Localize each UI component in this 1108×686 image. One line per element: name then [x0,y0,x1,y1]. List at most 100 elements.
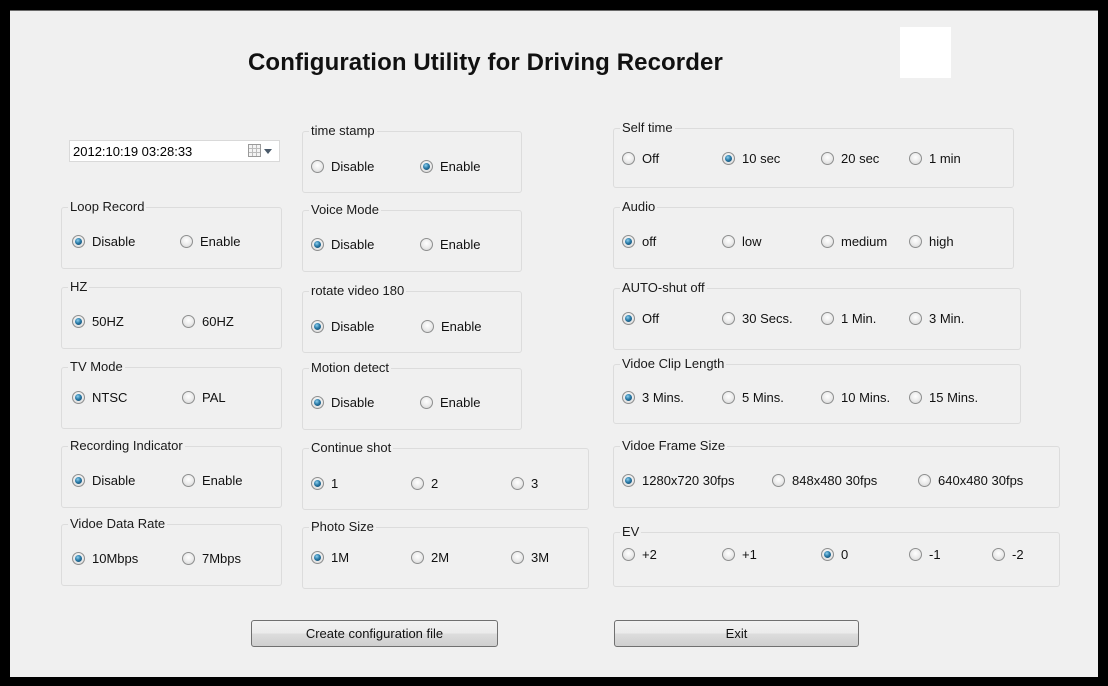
continue-shot-option[interactable]: 1 [311,476,338,491]
motion-detect-option[interactable]: Enable [420,395,480,410]
video-clip-length-option[interactable]: 5 Mins. [722,390,784,405]
radio-button[interactable] [821,235,834,248]
video-clip-length-option[interactable]: 3 Mins. [622,390,684,405]
auto-shut-off-option[interactable]: 1 Min. [821,311,876,326]
radio-button[interactable] [511,477,524,490]
photo-size-option[interactable]: 2M [411,550,449,565]
radio-button[interactable] [72,235,85,248]
radio-button[interactable] [421,320,434,333]
ev-option[interactable]: 0 [821,547,848,562]
time-stamp-option[interactable]: Enable [420,159,480,174]
radio-button[interactable] [182,391,195,404]
audio-option[interactable]: medium [821,234,887,249]
ev-option[interactable]: -1 [909,547,941,562]
rotate-video-option[interactable]: Disable [311,319,374,334]
radio-button[interactable] [311,160,324,173]
radio-button[interactable] [411,477,424,490]
self-time-option[interactable]: 10 sec [722,151,780,166]
photo-size-option[interactable]: 1M [311,550,349,565]
radio-button[interactable] [622,474,635,487]
audio-option[interactable]: high [909,234,954,249]
loop-record-option[interactable]: Enable [180,234,240,249]
video-clip-length-option[interactable]: 10 Mins. [821,390,890,405]
radio-button[interactable] [311,238,324,251]
datetime-value[interactable]: 2012:10:19 03:28:33 [73,144,192,159]
continue-shot-option[interactable]: 3 [511,476,538,491]
radio-button[interactable] [182,315,195,328]
datetime-picker[interactable]: 2012:10:19 03:28:33 [69,140,280,162]
calendar-icon[interactable] [248,144,261,157]
audio-option[interactable]: off [622,234,656,249]
tv-mode-option[interactable]: PAL [182,390,226,405]
ev-option[interactable]: +1 [722,547,757,562]
video-data-rate-option[interactable]: 7Mbps [182,551,241,566]
voice-mode-option[interactable]: Disable [311,237,374,252]
video-frame-size-option[interactable]: 1280x720 30fps [622,473,735,488]
radio-button[interactable] [622,391,635,404]
radio-button[interactable] [918,474,931,487]
recording-indicator-option[interactable]: Disable [72,473,135,488]
radio-button[interactable] [821,391,834,404]
create-configuration-button[interactable]: Create configuration file [251,620,498,647]
video-data-rate-option[interactable]: 10Mbps [72,551,138,566]
radio-button[interactable] [420,160,433,173]
rotate-video-option[interactable]: Enable [421,319,481,334]
radio-button[interactable] [909,152,922,165]
radio-button[interactable] [992,548,1005,561]
ev-option[interactable]: +2 [622,547,657,562]
recording-indicator-option[interactable]: Enable [182,473,242,488]
radio-button[interactable] [722,391,735,404]
radio-button[interactable] [722,235,735,248]
chevron-down-icon[interactable] [264,149,272,154]
video-frame-size-option[interactable]: 640x480 30fps [918,473,1023,488]
radio-button[interactable] [909,391,922,404]
radio-button[interactable] [180,235,193,248]
radio-button[interactable] [182,552,195,565]
hz-option[interactable]: 60HZ [182,314,234,329]
radio-button[interactable] [511,551,524,564]
radio-button[interactable] [182,474,195,487]
exit-button[interactable]: Exit [614,620,859,647]
ev-option[interactable]: -2 [992,547,1024,562]
audio-option[interactable]: low [722,234,762,249]
radio-button[interactable] [311,551,324,564]
radio-button[interactable] [420,396,433,409]
voice-mode-option[interactable]: Enable [420,237,480,252]
motion-detect-option[interactable]: Disable [311,395,374,410]
loop-record-option[interactable]: Disable [72,234,135,249]
radio-button[interactable] [411,551,424,564]
radio-button[interactable] [821,312,834,325]
radio-button[interactable] [772,474,785,487]
continue-shot-option[interactable]: 2 [411,476,438,491]
tv-mode-option[interactable]: NTSC [72,390,127,405]
radio-button[interactable] [622,235,635,248]
self-time-option[interactable]: Off [622,151,659,166]
self-time-option[interactable]: 1 min [909,151,961,166]
radio-button[interactable] [72,315,85,328]
radio-button[interactable] [311,320,324,333]
radio-button[interactable] [622,548,635,561]
auto-shut-off-option[interactable]: 3 Min. [909,311,964,326]
radio-button[interactable] [722,152,735,165]
auto-shut-off-option[interactable]: 30 Secs. [722,311,793,326]
radio-button[interactable] [821,152,834,165]
video-clip-length-option[interactable]: 15 Mins. [909,390,978,405]
radio-button[interactable] [420,238,433,251]
radio-button[interactable] [909,312,922,325]
radio-button[interactable] [909,235,922,248]
hz-option[interactable]: 50HZ [72,314,124,329]
time-stamp-option[interactable]: Disable [311,159,374,174]
radio-button[interactable] [72,552,85,565]
radio-button[interactable] [722,312,735,325]
radio-button[interactable] [821,548,834,561]
radio-button[interactable] [909,548,922,561]
auto-shut-off-option[interactable]: Off [622,311,659,326]
video-frame-size-option[interactable]: 848x480 30fps [772,473,877,488]
self-time-option[interactable]: 20 sec [821,151,879,166]
radio-button[interactable] [622,312,635,325]
radio-button[interactable] [72,474,85,487]
radio-button[interactable] [311,477,324,490]
radio-button[interactable] [311,396,324,409]
radio-button[interactable] [622,152,635,165]
radio-button[interactable] [722,548,735,561]
